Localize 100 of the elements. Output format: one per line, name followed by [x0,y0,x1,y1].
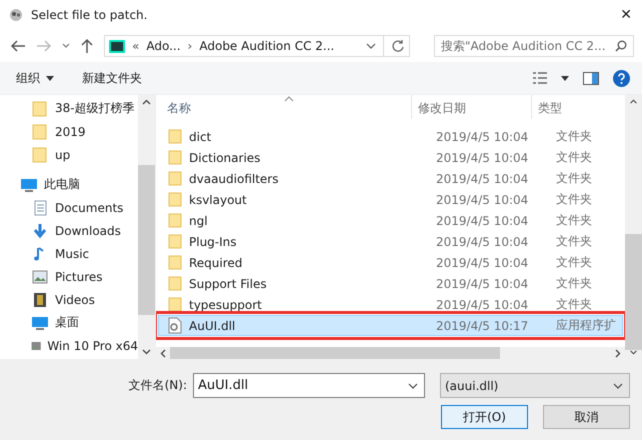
folder-icon [167,129,183,144]
file-type: 文件夹 [556,191,593,208]
file-name-label: 文件名(N): [128,377,187,394]
new-folder-button[interactable]: 新建文件夹 [82,70,142,86]
close-button[interactable]: ✕ [620,7,632,23]
modified-date: 2019/4/5 10:04 [436,276,530,290]
file-name: Plug-Ins [188,234,238,248]
modified-date: 2019/4/5 10:04 [436,150,530,164]
file-type: 文件夹 [556,233,593,250]
monitor-icon [31,314,49,330]
folder-icon [31,124,49,140]
nav-item[interactable]: 2019 [0,120,138,143]
file-row[interactable]: typesupport 2019/4/5 10:04 文件夹 [158,294,623,315]
overflow-mark[interactable]: « [132,39,140,53]
back-arrow-icon[interactable] [10,39,26,53]
file-name: dvaaudiofilters [188,172,280,186]
window-title: Select file to patch. [31,8,148,22]
scrollbar-thumb[interactable] [138,165,155,315]
folder-icon [167,192,183,207]
file-type: 文件夹 [556,128,593,145]
dropdown-arrow-icon [46,76,54,80]
app-logo-icon [109,40,125,52]
folder-icon [167,276,183,291]
column-header[interactable]: 名称 [156,95,411,119]
folder-icon [167,255,183,270]
file-name: Required [188,256,244,270]
folder-icon [167,297,183,312]
search-field[interactable]: 搜索"Adobe Audition CC 2... [434,35,634,57]
modified-date: 2019/4/5 10:04 [436,298,530,312]
file-row[interactable]: dvaaudiofilters 2019/4/5 10:04 文件夹 [158,168,623,189]
file-name-field[interactable]: AuUI.dll [193,373,425,398]
scrollbar-thumb[interactable] [170,347,500,359]
file-name: ksvlayout [188,192,248,206]
chevron-down-icon[interactable] [62,43,70,49]
file-type: 文件夹 [556,149,593,166]
file-name: dict [188,130,212,144]
file-type: 文件夹 [556,275,593,292]
app-icon [8,8,24,22]
folder-icon [31,100,49,116]
nav-item[interactable]: 此电脑 [0,173,138,196]
up-arrow-icon[interactable] [80,38,94,54]
modified-date: 2019/4/5 10:04 [436,172,530,186]
image-icon [31,268,49,284]
nav-item[interactable]: Documents [0,196,138,219]
organize-menu[interactable]: 组织 [16,70,54,86]
modified-date: 2019/4/5 10:04 [436,214,530,228]
refresh-icon[interactable] [391,39,405,53]
file-row[interactable]: Required 2019/4/5 10:04 文件夹 [158,252,623,273]
nav-item[interactable]: Pictures [0,265,138,288]
file-row[interactable]: ksvlayout 2019/4/5 10:04 文件夹 [158,189,623,210]
file-row[interactable]: ngl 2019/4/5 10:04 文件夹 [158,210,623,231]
file-name: typesupport [188,298,263,312]
open-button[interactable]: 打开(O) [441,405,528,429]
nav-item[interactable]: 38-超级打榜季 [0,97,138,120]
file-type: 文件夹 [556,254,593,271]
file-name: ngl [188,214,209,228]
nav-item[interactable]: Win 10 Pro x64 [0,334,138,357]
chevron-down-icon[interactable] [366,43,376,49]
folder-icon [31,146,49,162]
folder-icon [167,150,183,165]
breadcrumb-separator: › [188,39,192,53]
file-type: 文件夹 [556,296,593,313]
monitor-icon [20,176,38,192]
file-row[interactable]: dict 2019/4/5 10:04 文件夹 [158,126,623,147]
scrollbar-thumb[interactable] [625,234,642,350]
dropdown-arrow-icon[interactable] [561,76,569,80]
column-header[interactable]: 修改日期 [411,95,531,119]
folder-icon [167,213,183,228]
chevron-down-icon [613,382,623,388]
down-arrow-icon [31,222,49,238]
cancel-button[interactable]: 取消 [543,405,630,429]
file-row[interactable]: Plug-Ins 2019/4/5 10:04 文件夹 [158,231,623,252]
file-name: Dictionaries [188,150,262,164]
nav-item[interactable]: Music [0,242,138,265]
file-type: 文件夹 [556,170,593,187]
folder-icon [167,171,183,186]
search-icon [615,40,627,52]
nav-item[interactable]: up [0,143,138,166]
address-bar[interactable]: « Ado... › Adobe Audition CC 2... [104,35,410,57]
file-name: AuUI.dll [188,318,236,332]
nav-item[interactable]: 桌面 [0,311,138,334]
modified-date: 2019/4/5 10:04 [436,130,530,144]
modified-date: 2019/4/5 10:04 [436,256,530,270]
modified-date: 2019/4/5 10:17 [436,318,530,332]
file-row[interactable]: Dictionaries 2019/4/5 10:04 文件夹 [158,147,623,168]
breadcrumb[interactable]: Adobe Audition CC 2... [199,39,334,53]
breadcrumb[interactable]: Ado... [146,39,181,53]
view-options-icon[interactable] [533,72,547,84]
preview-pane-icon[interactable] [583,72,599,84]
file-name: Support Files [188,276,268,290]
folder-icon [167,234,183,249]
modified-date: 2019/4/5 10:04 [436,234,530,248]
chevron-down-icon[interactable] [408,382,418,388]
file-type-dropdown[interactable]: (auui.dll) [440,373,630,398]
nav-item[interactable]: Downloads [0,219,138,242]
modified-date: 2019/4/5 10:04 [436,192,530,206]
help-icon[interactable] [613,70,630,86]
file-type: 应用程序扩 [556,317,617,334]
nav-item[interactable]: Videos [0,288,138,311]
file-row[interactable]: Support Files 2019/4/5 10:04 文件夹 [158,273,623,294]
